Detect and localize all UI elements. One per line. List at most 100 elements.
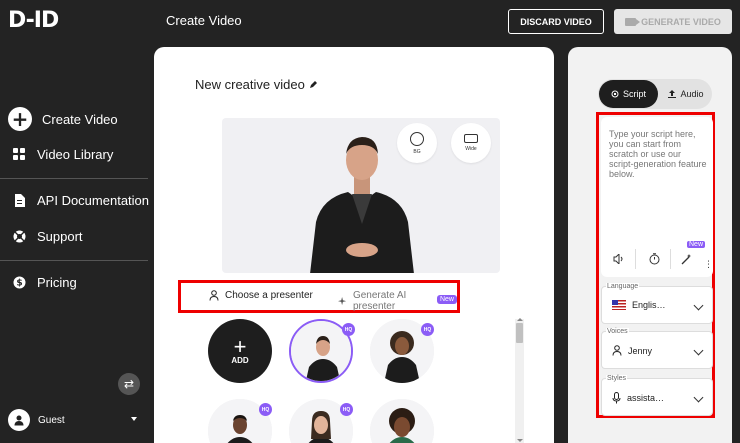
- field-value-text: assista…: [627, 393, 665, 403]
- script-audio-toggle: Script Audio: [598, 79, 712, 109]
- wide-label: Wide: [465, 146, 477, 152]
- script-icon: [611, 90, 619, 98]
- script-settings-box: Type your script here, you can start fro…: [596, 112, 715, 418]
- sidebar-item-label: Create Video: [42, 111, 118, 127]
- sidebar-item-pricing[interactable]: $ Pricing: [11, 274, 77, 290]
- tab-label: Audio: [680, 89, 704, 99]
- sparkle-icon: [338, 296, 347, 305]
- magic-wand-icon[interactable]: [674, 247, 698, 271]
- script-placeholder: Type your script here, you can start fro…: [609, 129, 707, 179]
- sidebar-divider: [0, 178, 148, 179]
- bg-label: BG: [413, 148, 421, 155]
- voice-value: Jenny: [612, 345, 652, 356]
- video-camera-icon: [625, 17, 641, 26]
- presenter-preview: BG Wide: [222, 118, 500, 273]
- chevron-down-icon: [693, 345, 704, 356]
- chevron-down-icon[interactable]: [131, 417, 137, 421]
- add-presenter-button[interactable]: + ADD: [208, 319, 272, 383]
- style-value: assista…: [612, 392, 664, 404]
- scroll-up-icon[interactable]: [517, 318, 523, 321]
- microphone-icon: [612, 392, 621, 404]
- styles-select[interactable]: Styles assista…: [601, 375, 713, 416]
- sidebar-item-label: API Documentation: [37, 192, 150, 208]
- plus-circle-icon: +: [8, 107, 32, 131]
- generate-label: GENERATE VIDEO: [641, 16, 721, 27]
- script-textarea[interactable]: Type your script here, you can start fro…: [601, 117, 713, 277]
- grid-icon: [11, 146, 27, 162]
- tab-script[interactable]: Script: [599, 80, 658, 108]
- language-value: Englis…: [612, 300, 666, 310]
- field-value-text: Englis…: [632, 300, 666, 310]
- presenter-image: [370, 399, 434, 443]
- rectangle-icon: [464, 134, 478, 143]
- circle-icon: [410, 131, 424, 146]
- user-name: Guest: [38, 414, 65, 426]
- upload-icon: [668, 90, 677, 98]
- scrollbar-thumb[interactable]: [516, 323, 523, 343]
- logo-text: D-ID: [8, 8, 59, 33]
- app-window: D-ID + Create Video Video Library API Do…: [0, 0, 740, 443]
- lifebuoy-icon: [11, 228, 27, 244]
- sidebar-divider: [0, 260, 148, 261]
- wide-button[interactable]: Wide: [451, 123, 491, 163]
- person-icon: [209, 290, 219, 301]
- script-panel: Script Audio Type your script here, you …: [568, 47, 732, 443]
- chevron-down-icon: [693, 392, 704, 403]
- hq-badge: HQ: [421, 323, 434, 336]
- field-label: Voices: [606, 328, 629, 335]
- avatar: [8, 409, 30, 431]
- sidebar-item-create-video[interactable]: + Create Video: [8, 107, 118, 131]
- chevron-down-icon: [693, 300, 704, 311]
- hq-badge: HQ: [342, 323, 355, 336]
- new-badge: New: [687, 241, 706, 248]
- svg-text:$: $: [16, 278, 22, 288]
- discard-video-button[interactable]: DISCARD VIDEO: [508, 9, 604, 34]
- plus-icon: +: [233, 333, 247, 359]
- dollar-icon: $: [11, 274, 27, 290]
- hq-badge: HQ: [340, 403, 353, 416]
- tab-label: Choose a presenter: [225, 290, 313, 301]
- sidebar-item-support[interactable]: Support: [11, 228, 83, 244]
- language-select[interactable]: Language Englis…: [601, 283, 713, 324]
- user-menu[interactable]: Guest: [8, 409, 65, 431]
- scroll-down-icon[interactable]: [517, 439, 523, 442]
- sidebar-item-label: Support: [37, 228, 83, 244]
- us-flag-icon: [612, 300, 626, 310]
- tool-divider: [670, 249, 671, 269]
- generate-video-button[interactable]: GENERATE VIDEO: [614, 9, 732, 34]
- tool-divider: [635, 249, 636, 269]
- did-logo[interactable]: D-ID: [8, 8, 59, 33]
- presenter-thumbnail[interactable]: [370, 399, 434, 443]
- main-panel: New creative video BG Wide Choose a pres…: [154, 47, 554, 443]
- page-title: Create Video: [166, 13, 242, 28]
- document-icon: [11, 192, 27, 208]
- person-icon: [612, 345, 622, 356]
- speaker-icon[interactable]: [607, 247, 631, 271]
- field-label: Styles: [606, 375, 628, 382]
- new-badge: New: [436, 294, 457, 304]
- add-label: ADD: [231, 355, 249, 365]
- background-button[interactable]: BG: [397, 123, 437, 163]
- video-title-text: New creative video: [195, 77, 305, 92]
- sidebar-item-video-library[interactable]: Video Library: [11, 146, 113, 162]
- pencil-icon[interactable]: [309, 80, 318, 89]
- video-title[interactable]: New creative video: [195, 77, 318, 92]
- sidebar-item-api-documentation[interactable]: API Documentation: [11, 192, 149, 208]
- timer-icon[interactable]: [642, 247, 666, 271]
- voices-select[interactable]: Voices Jenny: [601, 328, 713, 369]
- field-label: Language: [606, 283, 640, 290]
- presenter-list-scrollbar[interactable]: [515, 318, 524, 443]
- more-icon[interactable]: ⋮: [704, 259, 713, 270]
- sidebar-item-label: Video Library: [37, 146, 114, 162]
- swap-icon[interactable]: ⇄: [118, 373, 140, 395]
- field-value-text: Jenny: [628, 345, 653, 356]
- tab-generate-ai-presenter[interactable]: Generate AI presenter New: [338, 290, 457, 312]
- tab-choose-presenter[interactable]: Choose a presenter: [209, 290, 313, 301]
- sidebar-item-label: Pricing: [37, 274, 77, 290]
- tab-label: Script: [622, 89, 646, 99]
- tab-audio[interactable]: Audio: [660, 80, 712, 108]
- presenter-tabs: Choose a presenter Generate AI presenter…: [178, 280, 460, 313]
- tab-label: Generate AI presenter: [352, 290, 407, 312]
- discard-label: DISCARD VIDEO: [520, 16, 592, 27]
- hq-badge: HQ: [259, 403, 272, 416]
